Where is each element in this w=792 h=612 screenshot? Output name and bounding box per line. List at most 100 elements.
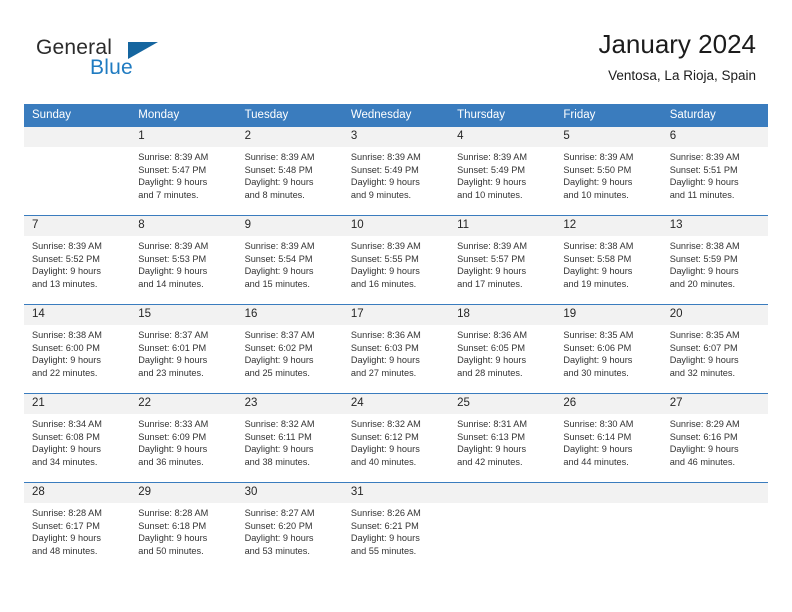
day-cell[interactable]: 9 Sunrise: 8:39 AM Sunset: 5:54 PM Dayli… [236, 216, 343, 305]
day-number: 14 [24, 305, 131, 325]
daylight-text-line1: Daylight: 9 hours [457, 266, 527, 277]
page-subtitle: Ventosa, La Rioja, Spain [608, 68, 756, 83]
daylight-text-line2: and 16 minutes. [350, 278, 417, 289]
day-number [661, 483, 768, 503]
sunrise-text: Sunrise: 8:35 AM [563, 330, 634, 340]
day-cell[interactable]: 14 Sunrise: 8:38 AM Sunset: 6:00 PM Dayl… [24, 305, 131, 394]
day-cell[interactable]: 10 Sunrise: 8:39 AM Sunset: 5:55 PM Dayl… [342, 216, 450, 305]
sunrise-text: Sunrise: 8:39 AM [138, 241, 209, 251]
day-cell[interactable]: 7 Sunrise: 8:39 AM Sunset: 5:52 PM Dayli… [24, 216, 131, 305]
day-cell-inner: 26 Sunrise: 8:30 AM Sunset: 6:14 PM Dayl… [555, 394, 662, 482]
day-cell-inner: 5 Sunrise: 8:39 AM Sunset: 5:50 PM Dayli… [555, 127, 662, 215]
day-number: 25 [449, 394, 556, 414]
day-cell[interactable]: 24 Sunrise: 8:32 AM Sunset: 6:12 PM Dayl… [342, 394, 450, 483]
daylight-text-line1: Daylight: 9 hours [138, 533, 208, 544]
day-cell[interactable]: 30 Sunrise: 8:27 AM Sunset: 6:20 PM Dayl… [236, 483, 343, 572]
day-cell[interactable]: 21 Sunrise: 8:34 AM Sunset: 6:08 PM Dayl… [24, 394, 131, 483]
sunset-text: Sunset: 6:20 PM [244, 520, 313, 531]
day-cell-inner: 16 Sunrise: 8:37 AM Sunset: 6:02 PM Dayl… [236, 305, 343, 393]
day-details: Sunrise: 8:39 AM Sunset: 5:48 PM Dayligh… [237, 147, 343, 201]
day-cell-inner: 8 Sunrise: 8:39 AM Sunset: 5:53 PM Dayli… [130, 216, 237, 304]
day-number: 17 [342, 305, 450, 325]
day-details: Sunrise: 8:36 AM Sunset: 6:03 PM Dayligh… [343, 325, 449, 379]
daylight-text-line2: and 42 minutes. [457, 456, 523, 467]
daylight-text-line2: and 7 minutes. [138, 189, 199, 200]
daylight-text-line2: and 30 minutes. [563, 367, 629, 378]
daylight-text-line1: Daylight: 9 hours [350, 355, 420, 366]
weekday-header-monday: Monday [130, 104, 237, 127]
day-cell-inner: 11 Sunrise: 8:39 AM Sunset: 5:57 PM Dayl… [449, 216, 556, 304]
day-cell[interactable]: 17 Sunrise: 8:36 AM Sunset: 6:03 PM Dayl… [342, 305, 450, 394]
day-cell-inner: 28 Sunrise: 8:28 AM Sunset: 6:17 PM Dayl… [24, 483, 131, 571]
general-blue-logo[interactable]: General Blue [36, 36, 256, 92]
sunset-text: Sunset: 6:08 PM [32, 431, 100, 442]
day-cell[interactable]: 13 Sunrise: 8:38 AM Sunset: 5:59 PM Dayl… [661, 216, 768, 305]
calendar-week-row: 7 Sunrise: 8:39 AM Sunset: 5:52 PM Dayli… [24, 215, 768, 305]
day-number: 18 [449, 305, 556, 325]
day-cell[interactable]: 23 Sunrise: 8:32 AM Sunset: 6:11 PM Dayl… [236, 394, 343, 483]
day-cell-inner: 21 Sunrise: 8:34 AM Sunset: 6:08 PM Dayl… [24, 394, 131, 482]
day-cell[interactable]: 12 Sunrise: 8:38 AM Sunset: 5:58 PM Dayl… [555, 216, 662, 305]
daylight-text-line1: Daylight: 9 hours [244, 533, 314, 544]
day-number: 16 [236, 305, 343, 325]
day-cell-inner: 22 Sunrise: 8:33 AM Sunset: 6:09 PM Dayl… [130, 394, 237, 482]
day-cell[interactable]: 1 Sunrise: 8:39 AM Sunset: 5:47 PM Dayli… [130, 127, 237, 216]
day-cell[interactable]: 20 Sunrise: 8:35 AM Sunset: 6:07 PM Dayl… [661, 305, 768, 394]
day-cell[interactable] [555, 483, 662, 571]
day-cell[interactable]: 22 Sunrise: 8:33 AM Sunset: 6:09 PM Dayl… [130, 394, 237, 483]
daylight-text-line2: and 17 minutes. [457, 278, 523, 289]
day-details: Sunrise: 8:39 AM Sunset: 5:50 PM Dayligh… [555, 147, 661, 201]
day-cell[interactable] [24, 127, 131, 216]
title-block: January 2024 Ventosa, La Rioja, Spain [598, 28, 756, 84]
sunrise-text: Sunrise: 8:38 AM [669, 241, 740, 251]
day-cell[interactable]: 8 Sunrise: 8:39 AM Sunset: 5:53 PM Dayli… [130, 216, 237, 305]
day-cell[interactable]: 31 Sunrise: 8:26 AM Sunset: 6:21 PM Dayl… [342, 483, 450, 572]
weekday-header-tuesday: Tuesday [236, 104, 343, 127]
day-cell-inner: 9 Sunrise: 8:39 AM Sunset: 5:54 PM Dayli… [236, 216, 343, 304]
sunset-text: Sunset: 5:57 PM [457, 253, 526, 264]
daylight-text-line1: Daylight: 9 hours [244, 444, 314, 455]
day-cell[interactable]: 11 Sunrise: 8:39 AM Sunset: 5:57 PM Dayl… [449, 216, 556, 305]
daylight-text-line2: and 8 minutes. [244, 189, 305, 200]
day-cell[interactable]: 4 Sunrise: 8:39 AM Sunset: 5:49 PM Dayli… [449, 127, 556, 216]
day-cell[interactable]: 28 Sunrise: 8:28 AM Sunset: 6:17 PM Dayl… [24, 483, 131, 572]
weekday-header-wednesday: Wednesday [342, 104, 450, 127]
day-number: 31 [342, 483, 450, 503]
day-cell[interactable]: 27 Sunrise: 8:29 AM Sunset: 6:16 PM Dayl… [661, 394, 768, 483]
daylight-text-line1: Daylight: 9 hours [244, 355, 314, 366]
sunset-text: Sunset: 6:01 PM [138, 342, 207, 353]
daylight-text-line1: Daylight: 9 hours [350, 444, 420, 455]
day-cell[interactable]: 16 Sunrise: 8:37 AM Sunset: 6:02 PM Dayl… [236, 305, 343, 394]
day-details [555, 503, 661, 507]
day-cell[interactable]: 2 Sunrise: 8:39 AM Sunset: 5:48 PM Dayli… [236, 127, 343, 216]
sunset-text: Sunset: 6:00 PM [32, 342, 100, 353]
day-cell[interactable]: 19 Sunrise: 8:35 AM Sunset: 6:06 PM Dayl… [555, 305, 662, 394]
day-cell[interactable]: 25 Sunrise: 8:31 AM Sunset: 6:13 PM Dayl… [449, 394, 556, 483]
day-cell[interactable]: 15 Sunrise: 8:37 AM Sunset: 6:01 PM Dayl… [130, 305, 237, 394]
day-number: 28 [24, 483, 131, 503]
day-number: 7 [24, 216, 131, 236]
day-cell[interactable]: 5 Sunrise: 8:39 AM Sunset: 5:50 PM Dayli… [555, 127, 662, 216]
day-cell[interactable] [449, 483, 556, 571]
day-cell[interactable]: 18 Sunrise: 8:36 AM Sunset: 6:05 PM Dayl… [449, 305, 556, 394]
daylight-text-line1: Daylight: 9 hours [669, 177, 739, 188]
sunrise-text: Sunrise: 8:30 AM [563, 419, 634, 429]
daylight-text-line1: Daylight: 9 hours [32, 533, 101, 544]
day-details: Sunrise: 8:38 AM Sunset: 5:59 PM Dayligh… [662, 236, 768, 290]
daylight-text-line2: and 10 minutes. [457, 189, 523, 200]
daylight-text-line2: and 11 minutes. [669, 189, 735, 200]
day-cell[interactable]: 29 Sunrise: 8:28 AM Sunset: 6:18 PM Dayl… [130, 483, 237, 572]
day-cell[interactable]: 3 Sunrise: 8:39 AM Sunset: 5:49 PM Dayli… [342, 127, 450, 216]
sunset-text: Sunset: 6:16 PM [669, 431, 738, 442]
day-cell[interactable] [661, 483, 768, 571]
day-number: 3 [342, 127, 450, 147]
day-cell[interactable]: 26 Sunrise: 8:30 AM Sunset: 6:14 PM Dayl… [555, 394, 662, 483]
day-details: Sunrise: 8:39 AM Sunset: 5:52 PM Dayligh… [24, 236, 130, 290]
calendar-header-row: Sunday Monday Tuesday Wednesday Thursday… [24, 104, 768, 127]
day-details: Sunrise: 8:39 AM Sunset: 5:54 PM Dayligh… [237, 236, 343, 290]
day-cell[interactable]: 6 Sunrise: 8:39 AM Sunset: 5:51 PM Dayli… [661, 127, 768, 216]
sunset-text: Sunset: 5:48 PM [244, 164, 313, 175]
day-cell-inner: 1 Sunrise: 8:39 AM Sunset: 5:47 PM Dayli… [130, 127, 237, 215]
sunrise-text: Sunrise: 8:39 AM [350, 241, 421, 251]
sunrise-text: Sunrise: 8:39 AM [457, 241, 528, 251]
